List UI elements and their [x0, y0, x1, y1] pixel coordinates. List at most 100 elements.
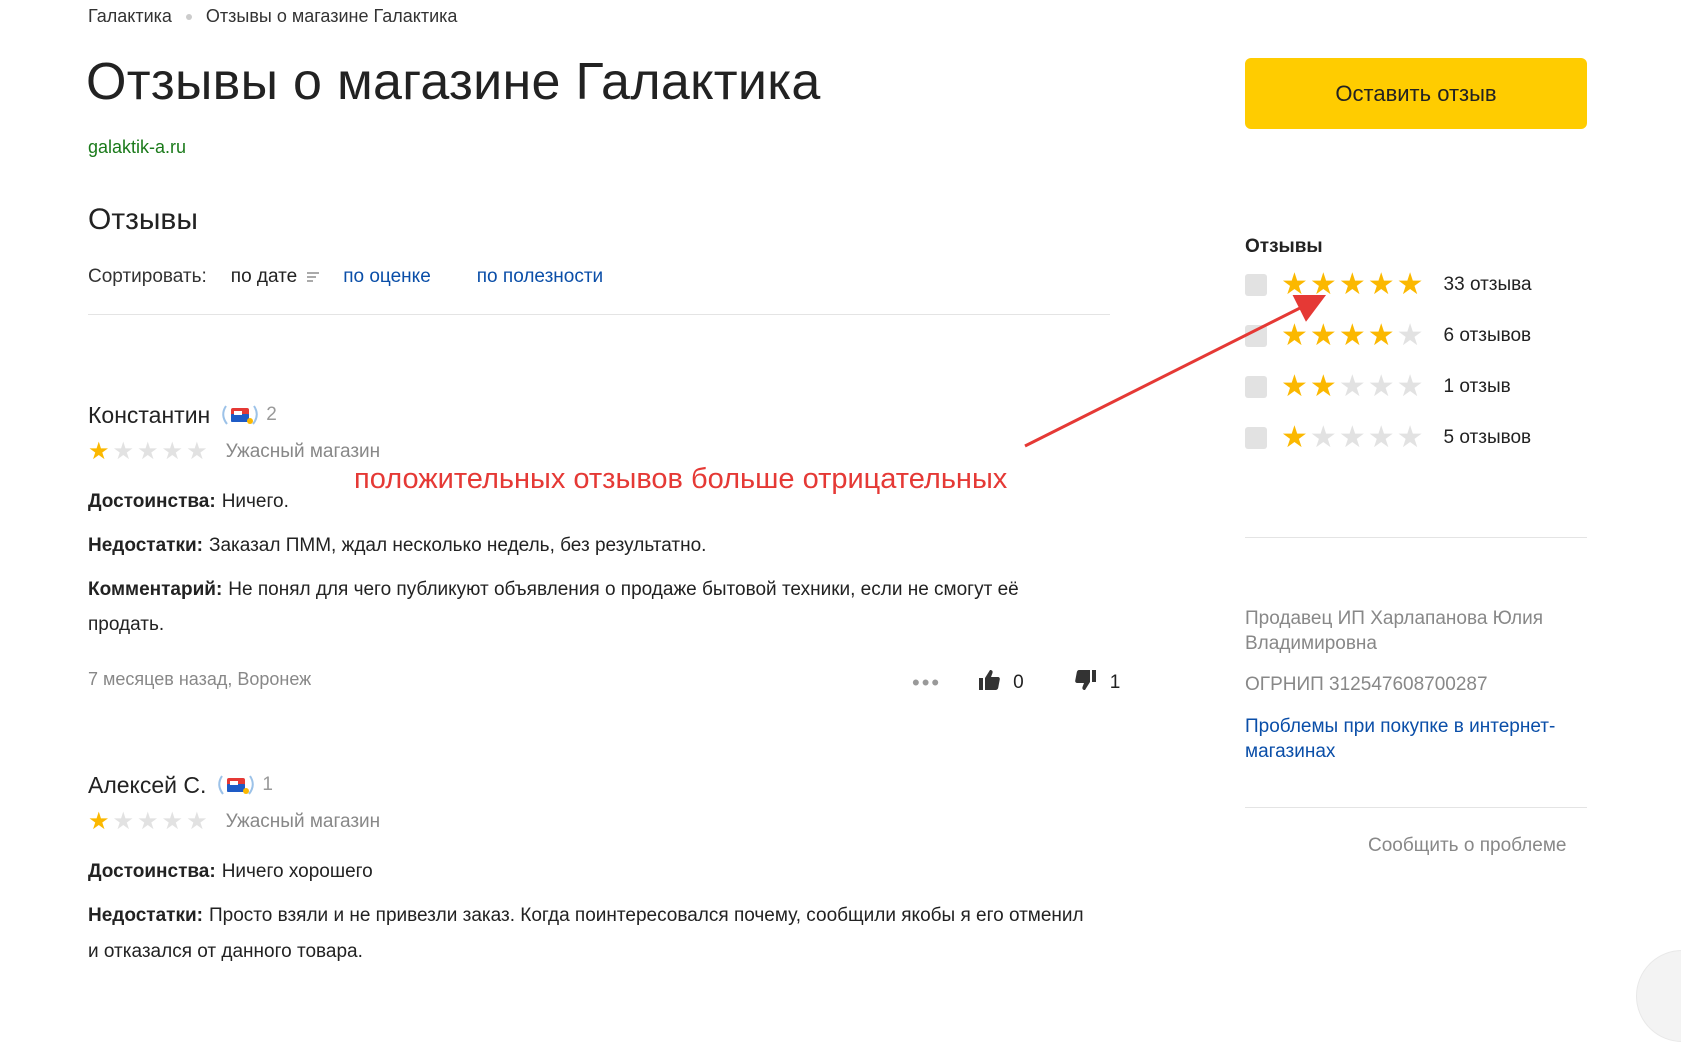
sort-by-date[interactable]: по дате	[230, 266, 320, 288]
sort-by-rating[interactable]: по оценке	[343, 266, 431, 288]
star-filled-icon: ★	[1309, 319, 1337, 352]
filter-count: 6 отзывов	[1443, 325, 1532, 346]
star-empty-icon: ★	[161, 438, 184, 465]
star-empty-icon: ★	[1338, 421, 1366, 454]
review-comment-text: Не понял для чего публикуют объявления о…	[88, 579, 1019, 635]
star-filled-icon: ★	[1309, 370, 1337, 403]
annotation-text: положительных отзывов больше отрицательн…	[354, 463, 1008, 495]
star-empty-icon: ★	[161, 808, 184, 835]
review-pros: Достоинства: Ничего хорошего	[88, 854, 1098, 890]
reviewer-badge-count: 1	[262, 774, 273, 795]
reviews-section-title: Отзывы	[88, 203, 198, 236]
review-cons-text: Просто взяли и не привезли заказ. Когда …	[88, 905, 1084, 962]
rating-filter-2[interactable]: ★ ★ ★ ★ ★ 1 отзыв	[1245, 372, 1511, 402]
star-empty-icon: ★	[137, 808, 159, 835]
divider	[88, 314, 1110, 315]
sort-by-date-label: по дате	[230, 266, 298, 287]
sidebar-divider	[1245, 807, 1587, 808]
star-empty-icon: ★	[1396, 319, 1424, 352]
star-filled-icon: ★	[1309, 268, 1337, 301]
star-filled-icon: ★	[1281, 370, 1308, 403]
filter-checkbox[interactable]	[1245, 274, 1267, 296]
review-title: Ужасный магазин	[225, 441, 381, 462]
filter-count: 5 отзывов	[1443, 427, 1532, 448]
report-problem-link[interactable]: Сообщить о проблеме	[1368, 835, 1566, 857]
star-filled-icon: ★	[1281, 421, 1308, 454]
review-cons-text: Заказал ПММ, ждал несколько недель, без …	[208, 535, 707, 556]
sort-label: Сортировать:	[88, 266, 207, 287]
sidebar-reviews-title: Отзывы	[1245, 236, 1323, 257]
star-filled-icon: ★	[1338, 268, 1366, 301]
star-empty-icon: ★	[1367, 370, 1395, 403]
breadcrumb: Галактика Отзывы о магазине Галактика	[88, 6, 457, 27]
leave-review-button[interactable]: Оставить отзыв	[1245, 58, 1587, 129]
reviewer-badge-icon	[218, 402, 262, 428]
star-filled-icon: ★	[1367, 319, 1395, 352]
breadcrumb-home-link[interactable]: Галактика	[88, 6, 172, 27]
rating-filter-1[interactable]: ★ ★ ★ ★ ★ 5 отзывов	[1245, 423, 1531, 453]
filter-count: 33 отзыва	[1443, 274, 1532, 295]
star-filled-icon: ★	[1367, 268, 1395, 301]
review-rating-stars: ★ ★ ★ ★ ★	[88, 810, 208, 834]
review-actions: ••• 0 1	[912, 668, 1120, 698]
star-empty-icon: ★	[112, 438, 135, 465]
star-empty-icon: ★	[1309, 421, 1337, 454]
star-empty-icon: ★	[186, 438, 208, 465]
sort-descending-icon	[307, 272, 320, 282]
star-filled-icon: ★	[1338, 319, 1366, 352]
star-empty-icon: ★	[1338, 370, 1366, 403]
seller-info: Продавец ИП Харлапанова Юлия Владимировн…	[1245, 608, 1544, 654]
purchase-problems-link[interactable]: Проблемы при покупке в интернет-магазина…	[1245, 714, 1575, 764]
review-cons: Недостатки: Просто взяли и не привезли за…	[88, 898, 1098, 970]
reviewer-badge-icon	[214, 772, 258, 798]
review-title: Ужасный магазин	[225, 811, 381, 832]
review-pros-text: Ничего хорошего	[221, 861, 373, 882]
sort-by-usefulness[interactable]: по полезности	[477, 266, 603, 288]
star-filled-icon: ★	[1281, 268, 1308, 301]
review-pros-label: Достоинства:	[88, 491, 216, 512]
review-author[interactable]: Алексей С.	[88, 772, 206, 799]
star-filled-icon: ★	[88, 438, 110, 465]
review-cons: Недостатки: Заказал ПММ, ждал несколько н…	[88, 528, 1098, 564]
star-empty-icon: ★	[1396, 421, 1424, 454]
star-empty-icon: ★	[137, 438, 159, 465]
shop-site-link[interactable]: galaktik-a.ru	[88, 137, 186, 158]
star-filled-icon: ★	[1281, 319, 1308, 352]
more-dots-icon[interactable]: •••	[912, 670, 941, 696]
rating-filter-4[interactable]: ★ ★ ★ ★ ★ 6 отзывов	[1245, 321, 1531, 351]
review-author[interactable]: Константин	[88, 402, 210, 429]
review-pros-label: Достоинства:	[88, 861, 216, 882]
star-empty-icon: ★	[1367, 421, 1395, 454]
review-cons-label: Недостатки:	[88, 905, 203, 926]
review-comment: Комментарий: Не понял для чего публикуют …	[88, 572, 1098, 642]
review-item: Константин 2 ★ ★ ★ ★ ★ Ужасный магазин Досто…	[88, 400, 1098, 642]
review-item: Алексей С. 1 ★ ★ ★ ★ ★ Ужасный магазин Досто…	[88, 770, 1098, 970]
filter-stars: ★ ★ ★ ★ ★	[1281, 372, 1424, 402]
star-filled-icon: ★	[1396, 268, 1424, 301]
review-cons-label: Недостатки:	[88, 535, 203, 556]
thumbs-up-icon[interactable]	[977, 668, 1001, 698]
filter-stars: ★ ★ ★ ★ ★	[1281, 423, 1424, 453]
reviewer-badge-count: 2	[266, 404, 277, 425]
thumbs-down-icon[interactable]	[1074, 668, 1098, 698]
filter-stars: ★ ★ ★ ★ ★	[1281, 270, 1424, 300]
star-filled-icon: ★	[88, 808, 110, 835]
likes-count: 0	[1013, 672, 1024, 693]
rating-filter-5[interactable]: ★ ★ ★ ★ ★ 33 отзыва	[1245, 270, 1532, 300]
filter-count: 1 отзыв	[1443, 376, 1511, 397]
review-comment-label: Комментарий:	[88, 579, 223, 600]
dislikes-count: 1	[1109, 672, 1121, 693]
filter-checkbox[interactable]	[1245, 376, 1267, 398]
scroll-up-button[interactable]	[1636, 950, 1681, 1042]
filter-checkbox[interactable]	[1245, 325, 1267, 347]
star-empty-icon: ★	[186, 808, 208, 835]
sort-bar: Сортировать: по дате по оценке по полезн…	[88, 266, 649, 288]
sidebar-divider	[1245, 537, 1587, 538]
review-pros-text: Ничего.	[221, 491, 289, 512]
review-rating-stars: ★ ★ ★ ★ ★	[88, 440, 208, 464]
star-empty-icon: ★	[1396, 370, 1424, 403]
seller-ogrnip: ОГРНИП 312547608700287	[1245, 674, 1488, 695]
star-empty-icon: ★	[112, 808, 135, 835]
page-title: Отзывы о магазине Галактика	[86, 53, 821, 111]
filter-checkbox[interactable]	[1245, 427, 1267, 449]
